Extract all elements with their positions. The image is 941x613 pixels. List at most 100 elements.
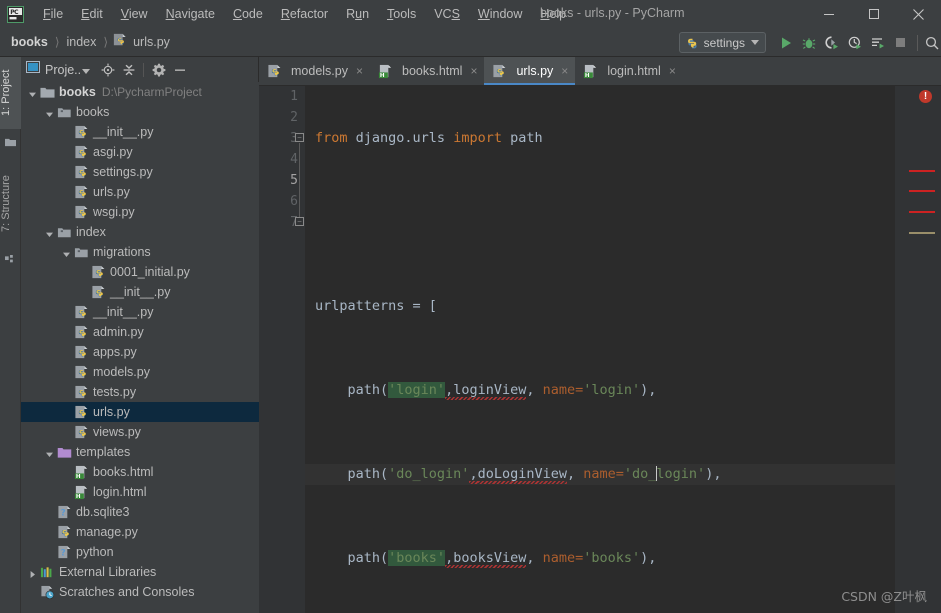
- run-coverage-button[interactable]: [820, 28, 843, 57]
- tree-row[interactable]: migrations: [21, 242, 259, 262]
- tree-row[interactable]: ? python: [21, 542, 259, 562]
- menu-window[interactable]: Window: [469, 5, 531, 23]
- chevron-down-icon[interactable]: [27, 89, 38, 100]
- profile-button[interactable]: [843, 28, 866, 57]
- menu-vcs[interactable]: VCS: [425, 5, 469, 23]
- close-button[interactable]: [896, 0, 941, 28]
- breadcrumb-item-file[interactable]: urls.py: [131, 35, 172, 49]
- maximize-button[interactable]: [851, 0, 896, 28]
- tree-twisty[interactable]: [44, 107, 55, 118]
- tree-twisty[interactable]: [44, 507, 55, 518]
- tree-twisty[interactable]: [61, 307, 72, 318]
- chevron-down-icon[interactable]: [82, 69, 91, 74]
- breadcrumb-item-folder[interactable]: index: [65, 35, 99, 49]
- error-stripe[interactable]: !: [895, 86, 941, 613]
- status-badge[interactable]: !: [919, 90, 932, 103]
- tree-row[interactable]: manage.py: [21, 522, 259, 542]
- close-icon[interactable]: ×: [470, 65, 477, 77]
- collapse-all-button[interactable]: [118, 59, 139, 80]
- hide-panel-button[interactable]: [169, 59, 190, 80]
- tree-row[interactable]: __init__.py: [21, 302, 259, 322]
- tree-twisty[interactable]: [27, 587, 38, 598]
- error-stripe-mark[interactable]: [909, 211, 935, 213]
- editor-tab-books-html[interactable]: Hbooks.html ×: [370, 57, 485, 85]
- run-button[interactable]: [774, 28, 797, 57]
- tree-twisty[interactable]: [61, 187, 72, 198]
- menu-run[interactable]: Run: [337, 5, 378, 23]
- tree-row[interactable]: tests.py: [21, 382, 259, 402]
- tree-row[interactable]: __init__.py: [21, 122, 259, 142]
- search-everywhere-button[interactable]: [923, 28, 941, 57]
- tree-twisty[interactable]: [61, 427, 72, 438]
- tree-row[interactable]: __init__.py: [21, 282, 259, 302]
- chevron-right-icon[interactable]: [27, 569, 38, 580]
- tree-row-selected[interactable]: urls.py: [21, 402, 259, 422]
- editor-tab-urls-py[interactable]: urls.py ×: [484, 57, 576, 85]
- code-text[interactable]: from django.urls import path urlpatterns…: [305, 86, 895, 613]
- tree-twisty[interactable]: [61, 347, 72, 358]
- error-stripe-mark[interactable]: [909, 170, 935, 172]
- tree-twisty[interactable]: [61, 467, 72, 478]
- code-editor[interactable]: 1 2 3 4 5 6 7 − − from django.urls impor…: [259, 86, 941, 613]
- tree-twisty[interactable]: [78, 287, 89, 298]
- tree-row[interactable]: settings.py: [21, 162, 259, 182]
- close-icon[interactable]: ×: [356, 65, 363, 77]
- tree-row[interactable]: books D:\PycharmProject: [21, 82, 259, 102]
- menu-tools[interactable]: Tools: [378, 5, 425, 23]
- menu-code[interactable]: Code: [224, 5, 272, 23]
- tree-twisty[interactable]: [61, 147, 72, 158]
- tree-row[interactable]: urls.py: [21, 182, 259, 202]
- tree-row[interactable]: Scratches and Consoles: [21, 582, 259, 602]
- menu-navigate[interactable]: Navigate: [157, 5, 224, 23]
- tree-row[interactable]: templates: [21, 442, 259, 462]
- tree-row[interactable]: ? db.sqlite3: [21, 502, 259, 522]
- tree-row[interactable]: index: [21, 222, 259, 242]
- tree-twisty[interactable]: [61, 127, 72, 138]
- sidebar-tab-project[interactable]: 1: Project: [0, 57, 21, 129]
- editor-gutter[interactable]: 1 2 3 4 5 6 7 − −: [259, 86, 305, 613]
- tree-twisty[interactable]: [44, 547, 55, 558]
- menu-refactor[interactable]: Refactor: [272, 5, 337, 23]
- tree-twisty[interactable]: [61, 387, 72, 398]
- tree-twisty[interactable]: [61, 367, 72, 378]
- tree-twisty[interactable]: [27, 87, 38, 98]
- chevron-down-icon[interactable]: [44, 109, 55, 120]
- run-with-console-button[interactable]: [866, 28, 889, 57]
- menu-view[interactable]: View: [112, 5, 157, 23]
- tree-twisty[interactable]: [44, 227, 55, 238]
- run-configuration-selector[interactable]: settings: [678, 32, 766, 53]
- tree-row[interactable]: External Libraries: [21, 562, 259, 582]
- panel-settings-button[interactable]: [148, 59, 169, 80]
- close-icon[interactable]: ×: [669, 65, 676, 77]
- tree-twisty[interactable]: [61, 327, 72, 338]
- tree-twisty[interactable]: [78, 267, 89, 278]
- sidebar-tab-structure[interactable]: 7: Structure: [0, 161, 21, 247]
- tree-twisty[interactable]: [61, 407, 72, 418]
- minimize-button[interactable]: [806, 0, 851, 28]
- chevron-down-icon[interactable]: [44, 449, 55, 460]
- tree-twisty[interactable]: [44, 527, 55, 538]
- error-stripe-mark[interactable]: [909, 232, 935, 234]
- code-fold-collapse-icon[interactable]: −: [295, 133, 304, 142]
- tree-row[interactable]: models.py: [21, 362, 259, 382]
- locate-file-button[interactable]: [97, 59, 118, 80]
- close-icon[interactable]: ×: [561, 65, 568, 77]
- chevron-down-icon[interactable]: [61, 249, 72, 260]
- stop-button[interactable]: [889, 28, 912, 57]
- tree-row[interactable]: asgi.py: [21, 142, 259, 162]
- editor-tab-models-py[interactable]: models.py ×: [259, 57, 370, 85]
- tree-twisty[interactable]: [61, 207, 72, 218]
- code-fold-end-icon[interactable]: −: [295, 217, 304, 226]
- error-stripe-mark[interactable]: [909, 190, 935, 192]
- tree-row[interactable]: wsgi.py: [21, 202, 259, 222]
- tree-twisty[interactable]: [27, 567, 38, 578]
- tree-twisty[interactable]: [61, 247, 72, 258]
- tree-twisty[interactable]: [61, 167, 72, 178]
- menu-edit[interactable]: Edit: [72, 5, 112, 23]
- tree-row[interactable]: apps.py: [21, 342, 259, 362]
- tree-row[interactable]: views.py: [21, 422, 259, 442]
- menu-file[interactable]: File: [34, 5, 72, 23]
- editor-tab-login-html[interactable]: Hlogin.html ×: [575, 57, 683, 85]
- project-file-tree[interactable]: books D:\PycharmProject books __init__.py as…: [21, 82, 259, 613]
- tree-twisty[interactable]: [44, 447, 55, 458]
